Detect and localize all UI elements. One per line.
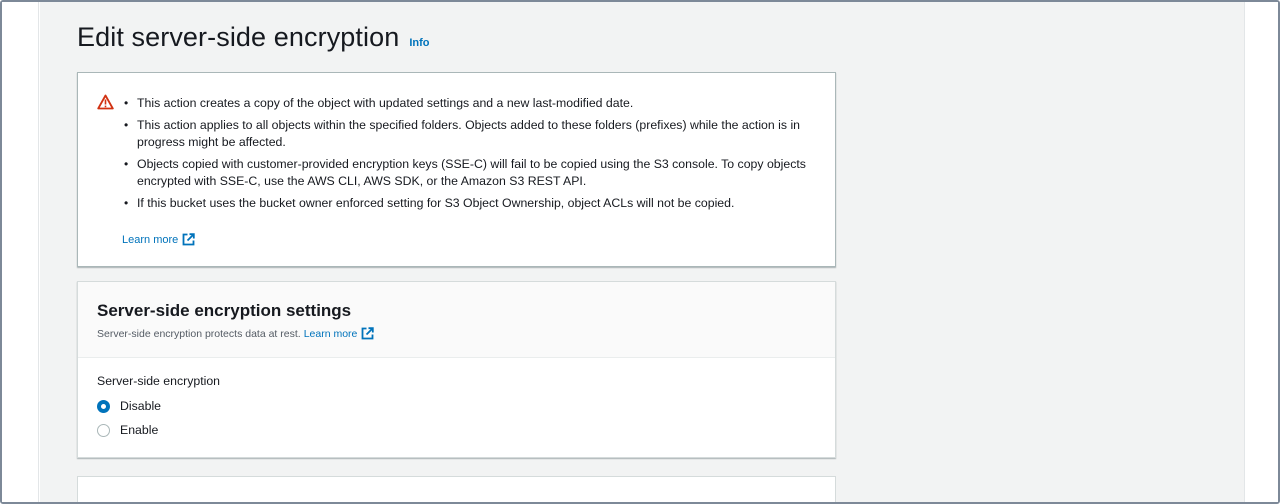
page-title: Edit server-side encryption <box>77 22 400 52</box>
radio-option-disable[interactable]: Disable <box>97 394 835 418</box>
warning-icon <box>97 94 114 110</box>
main-content: Edit server-side encryption Info This ac… <box>40 2 1244 502</box>
radio-option-enable[interactable]: Enable <box>97 418 835 442</box>
right-margin <box>1244 2 1278 502</box>
external-link-icon <box>361 327 375 340</box>
panel-description: Server-side encryption protects data at … <box>97 327 835 340</box>
alert-bullet: This action applies to all objects withi… <box>122 117 822 151</box>
panel-description-text: Server-side encryption protects data at … <box>97 327 301 340</box>
encryption-field-label: Server-side encryption <box>97 374 221 388</box>
radio-label: Enable <box>120 423 159 437</box>
radio-button-checked[interactable] <box>97 399 110 413</box>
alert-bullet: If this bucket uses the bucket owner enf… <box>122 195 822 212</box>
radio-label: Disable <box>120 399 162 413</box>
alert-bullet: Objects copied with customer-provided en… <box>122 156 822 190</box>
panel-title: Server-side encryption settings <box>97 301 352 320</box>
panel-body: Server-side encryption Disable Enable <box>78 358 835 442</box>
alert-bullet-list: This action creates a copy of the object… <box>122 95 822 217</box>
radio-button[interactable] <box>97 423 110 437</box>
panel-header: Server-side encryption settings Server-s… <box>78 282 835 358</box>
encryption-settings-panel: Server-side encryption settings Server-s… <box>77 281 836 458</box>
warning-alert: This action creates a copy of the object… <box>77 72 836 267</box>
info-link[interactable]: Info <box>409 37 429 49</box>
page-header: Edit server-side encryption Info <box>77 22 430 53</box>
next-panel <box>77 476 836 502</box>
external-link-icon <box>182 233 195 246</box>
learn-more-link[interactable]: Learn more <box>122 234 178 246</box>
alert-learn-more[interactable]: Learn more <box>122 233 195 246</box>
alert-bullet: This action creates a copy of the object… <box>122 95 822 112</box>
left-margin <box>2 2 39 502</box>
learn-more-link[interactable]: Learn more <box>304 328 358 340</box>
